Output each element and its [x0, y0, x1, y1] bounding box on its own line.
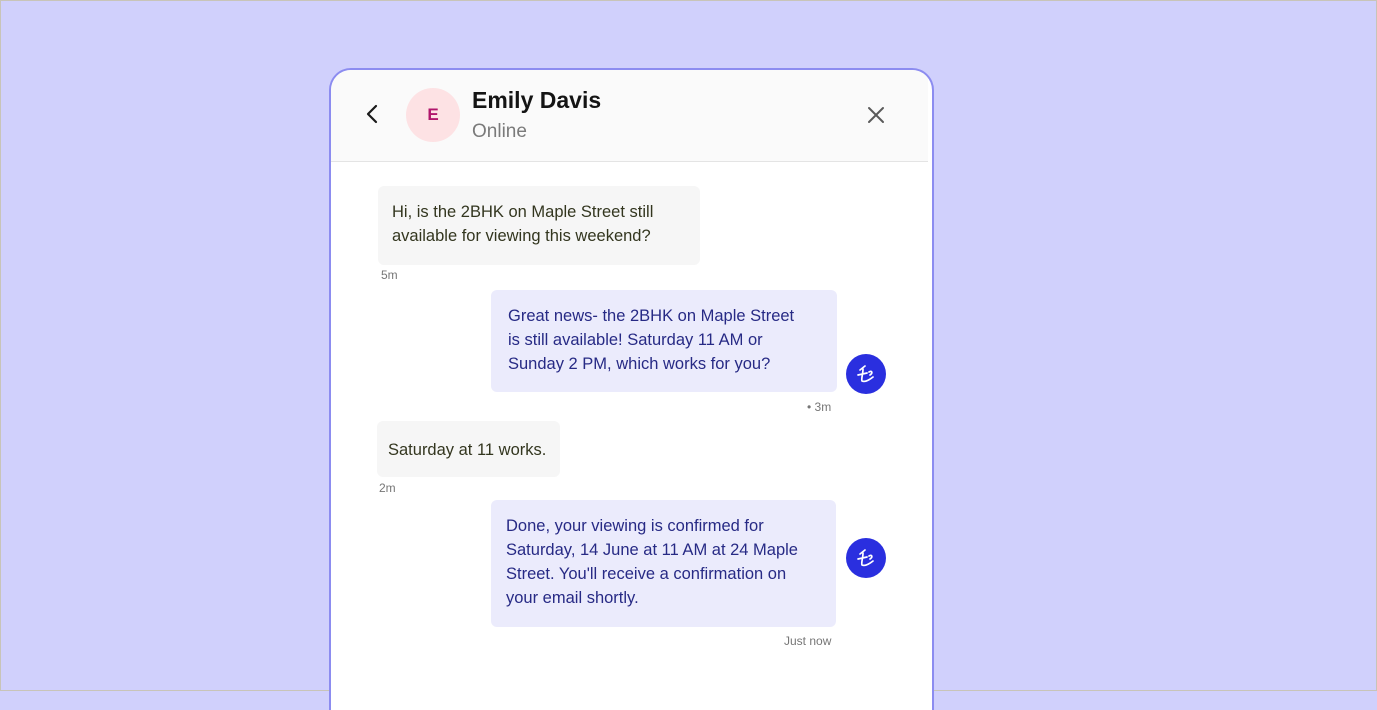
message-text-line: Street. You'll receive a confirmation on	[506, 565, 787, 583]
agent-avatar	[846, 538, 886, 578]
message-text-line: Saturday at 11 works.	[388, 441, 547, 459]
message-text-line: Done, your viewing is confirmed for	[506, 517, 764, 535]
agent-logo-icon	[857, 365, 874, 383]
message-text-line: Sunday 2 PM, which works for you?	[508, 355, 771, 373]
message-bubble-incoming: Hi, is the 2BHK on Maple Street still av…	[378, 186, 700, 265]
message-text-line: Saturday, 14 June at 11 AM at 24 Maple	[506, 541, 798, 559]
message-text-line: is still available! Saturday 11 AM or	[508, 331, 763, 349]
message-bubble-outgoing: Great news- the 2BHK on Maple Street is …	[491, 290, 837, 392]
message-timestamp: Just now	[784, 634, 832, 648]
contact-status: Online	[472, 121, 527, 142]
contact-avatar: E	[406, 88, 460, 142]
contact-name: Emily Davis	[472, 87, 602, 113]
message-timestamp: • 3m	[807, 400, 832, 414]
message-text-line: Hi, is the 2BHK on Maple Street still	[392, 203, 654, 221]
message-bubble-incoming: Saturday at 11 works.	[377, 421, 560, 477]
message-timestamp: 2m	[379, 481, 396, 495]
chat-panel: E Emily Davis Online Hi, is the 2BHK on …	[329, 68, 934, 710]
message-text-line: your email shortly.	[506, 589, 639, 607]
agent-avatar	[846, 354, 886, 394]
chat-header: E Emily Davis Online	[331, 70, 928, 162]
chevron-left-icon[interactable]	[361, 102, 385, 126]
avatar-initial: E	[427, 105, 439, 124]
message-bubble-outgoing: Done, your viewing is confirmed for Satu…	[491, 500, 836, 627]
agent-logo-icon	[857, 549, 874, 567]
message-timestamp: 5m	[381, 268, 398, 282]
message-text-line: Great news- the 2BHK on Maple Street	[508, 307, 795, 325]
message-text-line: available for viewing this weekend?	[392, 227, 651, 245]
close-icon[interactable]	[866, 105, 886, 125]
